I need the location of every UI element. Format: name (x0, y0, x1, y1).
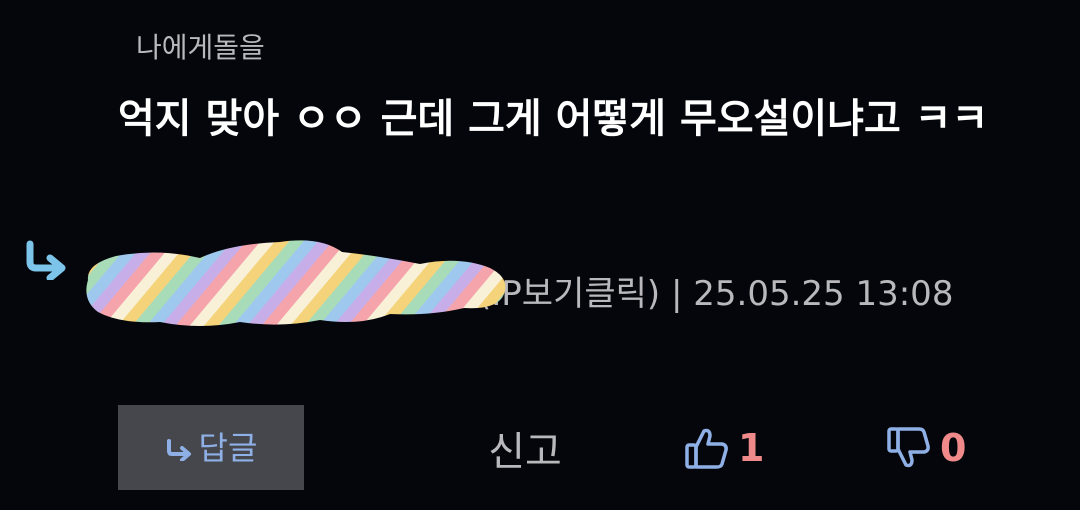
upvote-count: 1 (738, 425, 765, 470)
reply-arrow-icon (166, 438, 191, 461)
comment-meta-text: (IP보기클릭) | 25.05.25 13:08 (478, 274, 954, 314)
thumbs-down-icon (887, 426, 930, 467)
downvote-count: 0 (940, 425, 967, 470)
comment-item: 나에게돌을 억지 맞아 ㅇㅇ 근데 그게 어떻게 무오설이냐고 ㅋㅋ (IP보기… (0, 0, 1080, 510)
author-redaction-scribble (86, 240, 506, 326)
reply-arrow-icon (26, 240, 66, 280)
reply-target-nickname[interactable]: 나에게돌을 (136, 24, 265, 72)
comment-text: 억지 맞아 ㅇㅇ 근데 그게 어떻게 무오설이냐고 ㅋㅋ (118, 96, 989, 142)
downvote-button[interactable]: 0 (886, 405, 966, 490)
reply-button[interactable]: 답글 (118, 405, 304, 490)
upvote-button[interactable]: 1 (684, 405, 764, 490)
thumbs-up-icon (685, 428, 728, 469)
reply-button-label: 답글 (198, 428, 258, 467)
report-button[interactable]: 신고 (470, 405, 580, 490)
